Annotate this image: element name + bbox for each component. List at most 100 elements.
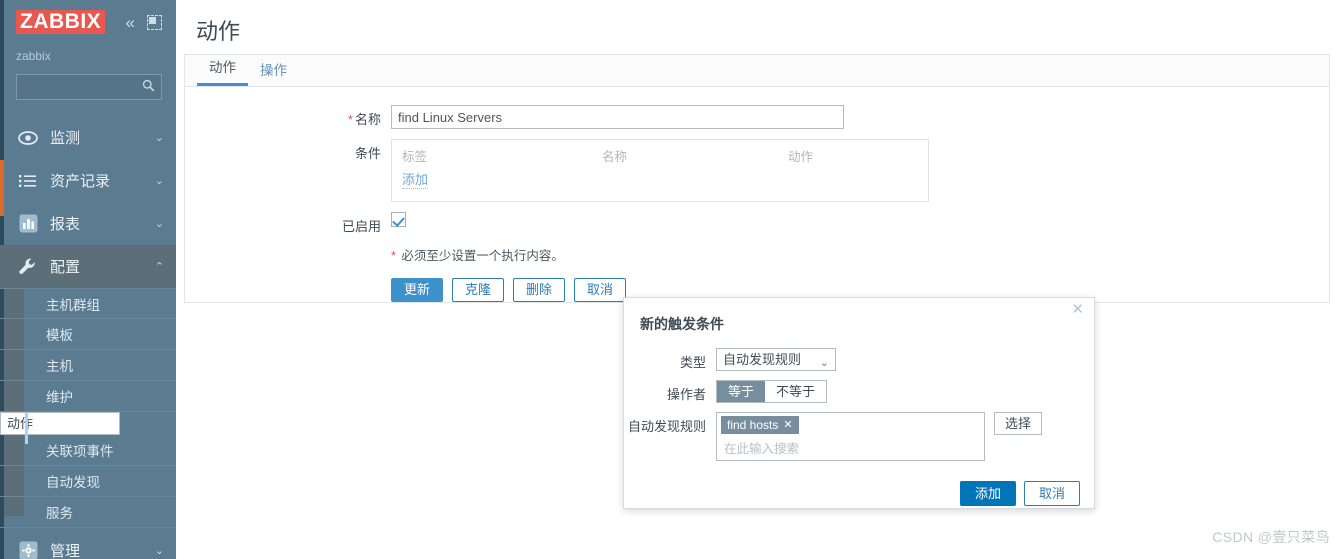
type-select[interactable]: 自动发现规则 ⌄ (716, 348, 836, 371)
sidebar-item-configuration[interactable]: 配置 ⌃ (0, 245, 176, 288)
sidebar-subitem-event-correlation[interactable]: 关联项事件 (0, 435, 176, 466)
multiselect-placeholder: 在此输入搜索 (724, 442, 800, 456)
page-title: 动作 (196, 19, 241, 44)
enabled-label: 已启用 (341, 219, 381, 234)
sidebar-item-label: 监测 (50, 130, 81, 147)
sidebar-item-label: 报表 (50, 216, 81, 233)
chip-label: find hosts (727, 418, 779, 432)
sidebar-subitem-host-groups[interactable]: 主机群组 (0, 288, 176, 319)
chevron-up-icon: ⌃ (154, 261, 164, 273)
operator-toggle: 等于 不等于 (716, 380, 828, 403)
close-icon[interactable]: ✕ (1071, 302, 1084, 317)
operator-label: 操作者 (666, 387, 706, 402)
wrench-icon (14, 257, 42, 277)
operator-option-equals[interactable]: 等于 (717, 381, 766, 402)
sidebar-subitem-discovery[interactable]: 自动发现 (0, 466, 176, 497)
required-marker: * (391, 249, 396, 263)
clone-button[interactable]: 克隆 (452, 278, 505, 302)
sidebar-item-label: 管理 (50, 543, 81, 559)
form-row-name: * 名称 (185, 105, 1329, 129)
form-hint-text: 必须至少设置一个执行内容。 (401, 249, 564, 263)
zabbix-logo: ZABBIX (16, 10, 106, 34)
sidebar: ZABBIX « zabbix 监测 ⌄ 资产记录 ⌄ 报表 ⌄ 配置 ⌃ 主机… (0, 0, 176, 559)
sidebar-subitem-maintenance[interactable]: 维护 (0, 381, 176, 412)
column-header-name: 名称 (602, 150, 628, 164)
eye-icon (14, 130, 42, 145)
sidebar-item-reports[interactable]: 报表 ⌄ (0, 202, 176, 245)
sidebar-subitem-label: 模板 (46, 328, 73, 343)
sidebar-subtitle: zabbix (16, 49, 51, 63)
search-input[interactable] (16, 74, 162, 100)
gear-icon (14, 541, 42, 559)
sidebar-subitem-actions[interactable]: 动作 (0, 412, 120, 444)
select-button[interactable]: 选择 (994, 412, 1043, 435)
enabled-checkbox[interactable] (391, 212, 406, 227)
sidebar-header: ZABBIX « (0, 0, 176, 48)
discovery-rule-label: 自动发现规则 (627, 419, 706, 434)
sidebar-search (16, 74, 162, 100)
chart-icon (14, 214, 42, 233)
add-condition-link[interactable]: 添加 (402, 172, 429, 189)
sidebar-subitem-label: 服务 (46, 506, 73, 521)
name-input[interactable] (391, 105, 844, 129)
form-row-conditions: 条件 标签 名称 动作 添加 (185, 139, 1329, 202)
main-content: 动作 动作 操作 *名称 条件 标签 (176, 0, 1344, 559)
sidebar-submenu-configuration: 主机群组 模板 主机 维护 动作 关联项事件 自动发现 服务 (0, 288, 176, 528)
discovery-rule-multiselect[interactable]: find hosts ✕ 在此输入搜索 (716, 412, 985, 461)
sidebar-header-icons: « (126, 14, 162, 31)
sidebar-subitem-label: 主机群组 (46, 297, 100, 313)
sidebar-menu: 监测 ⌄ 资产记录 ⌄ 报表 ⌄ 配置 ⌃ 主机群组 模板 主机 维护 动作 关… (0, 116, 176, 559)
chip-remove-icon[interactable]: ✕ (783, 417, 792, 433)
dialog-title: 新的触发条件 (640, 316, 724, 332)
conditions-label: 条件 (354, 146, 381, 161)
update-button[interactable]: 更新 (391, 278, 444, 302)
chevron-down-icon: ⌄ (154, 132, 164, 144)
form-row-enabled: 已启用 (185, 212, 1329, 235)
sidebar-subitem-label: 动作 (7, 416, 34, 431)
hide-sidebar-icon[interactable] (147, 15, 162, 30)
sidebar-subitem-hosts[interactable]: 主机 (0, 350, 176, 381)
chevron-down-icon: ⌄ (154, 545, 164, 557)
sidebar-subitem-templates[interactable]: 模板 (0, 319, 176, 350)
type-label: 类型 (679, 355, 706, 370)
sidebar-item-administration[interactable]: 管理 ⌄ (0, 529, 176, 559)
sidebar-subitem-label: 维护 (46, 390, 73, 405)
conditions-table: 标签 名称 动作 添加 (391, 139, 929, 202)
sidebar-item-label: 资产记录 (50, 173, 111, 190)
watermark: CSDN @壹只菜鸟 (1212, 529, 1330, 545)
delete-button[interactable]: 删除 (513, 278, 566, 302)
dialog-row-type: 类型 自动发现规则 ⌄ (624, 348, 1094, 371)
sidebar-item-inventory[interactable]: 资产记录 ⌄ (0, 159, 176, 202)
tab-operations[interactable]: 操作 (248, 59, 299, 86)
action-form-card: 动作 操作 *名称 条件 标签 名称 动作 (184, 54, 1330, 303)
collapse-sidebar-icon[interactable]: « (126, 14, 135, 31)
column-header-action: 动作 (788, 150, 814, 164)
list-icon (14, 174, 42, 188)
chevron-down-icon: ⌄ (154, 218, 164, 230)
dialog-form: 类型 自动发现规则 ⌄ 操作者 等于 不等于 自动发现规则 find hosts… (624, 334, 1094, 506)
cancel-button[interactable]: 取消 (574, 278, 627, 302)
operator-option-not-equals[interactable]: 不等于 (765, 381, 827, 402)
type-select-value: 自动发现规则 (723, 352, 802, 367)
required-marker: * (347, 112, 353, 127)
dialog-footer: 添加 取消 (624, 470, 1094, 506)
app-root: ZABBIX « zabbix 监测 ⌄ 资产记录 ⌄ 报表 ⌄ 配置 ⌃ 主机… (0, 0, 1344, 559)
dialog-add-button[interactable]: 添加 (959, 481, 1016, 506)
new-condition-dialog: ✕ 新的触发条件 类型 自动发现规则 ⌄ 操作者 等于 不等于 自动发现规则 f… (623, 297, 1095, 509)
tab-action[interactable]: 动作 (197, 56, 248, 86)
selected-chip: find hosts ✕ (721, 416, 799, 434)
sidebar-subitem-label: 关联项事件 (46, 444, 114, 459)
conditions-table-header: 标签 名称 动作 (402, 146, 918, 171)
sidebar-subitem-services[interactable]: 服务 (0, 497, 176, 528)
chevron-down-icon: ⌄ (154, 175, 164, 187)
name-label: * 名称 (185, 105, 391, 129)
form-hint: * 必须至少设置一个执行内容。 (185, 245, 1329, 264)
sidebar-subitem-label: 自动发现 (46, 475, 100, 490)
action-form: *名称 条件 标签 名称 动作 添加 (185, 87, 1329, 302)
chevron-down-icon: ⌄ (819, 357, 829, 369)
dialog-cancel-button[interactable]: 取消 (1023, 481, 1080, 506)
column-header-label: 标签 (402, 150, 428, 164)
sidebar-subitem-label: 主机 (46, 359, 73, 374)
sidebar-item-label: 配置 (50, 259, 81, 276)
sidebar-item-monitoring[interactable]: 监测 ⌄ (0, 116, 176, 159)
